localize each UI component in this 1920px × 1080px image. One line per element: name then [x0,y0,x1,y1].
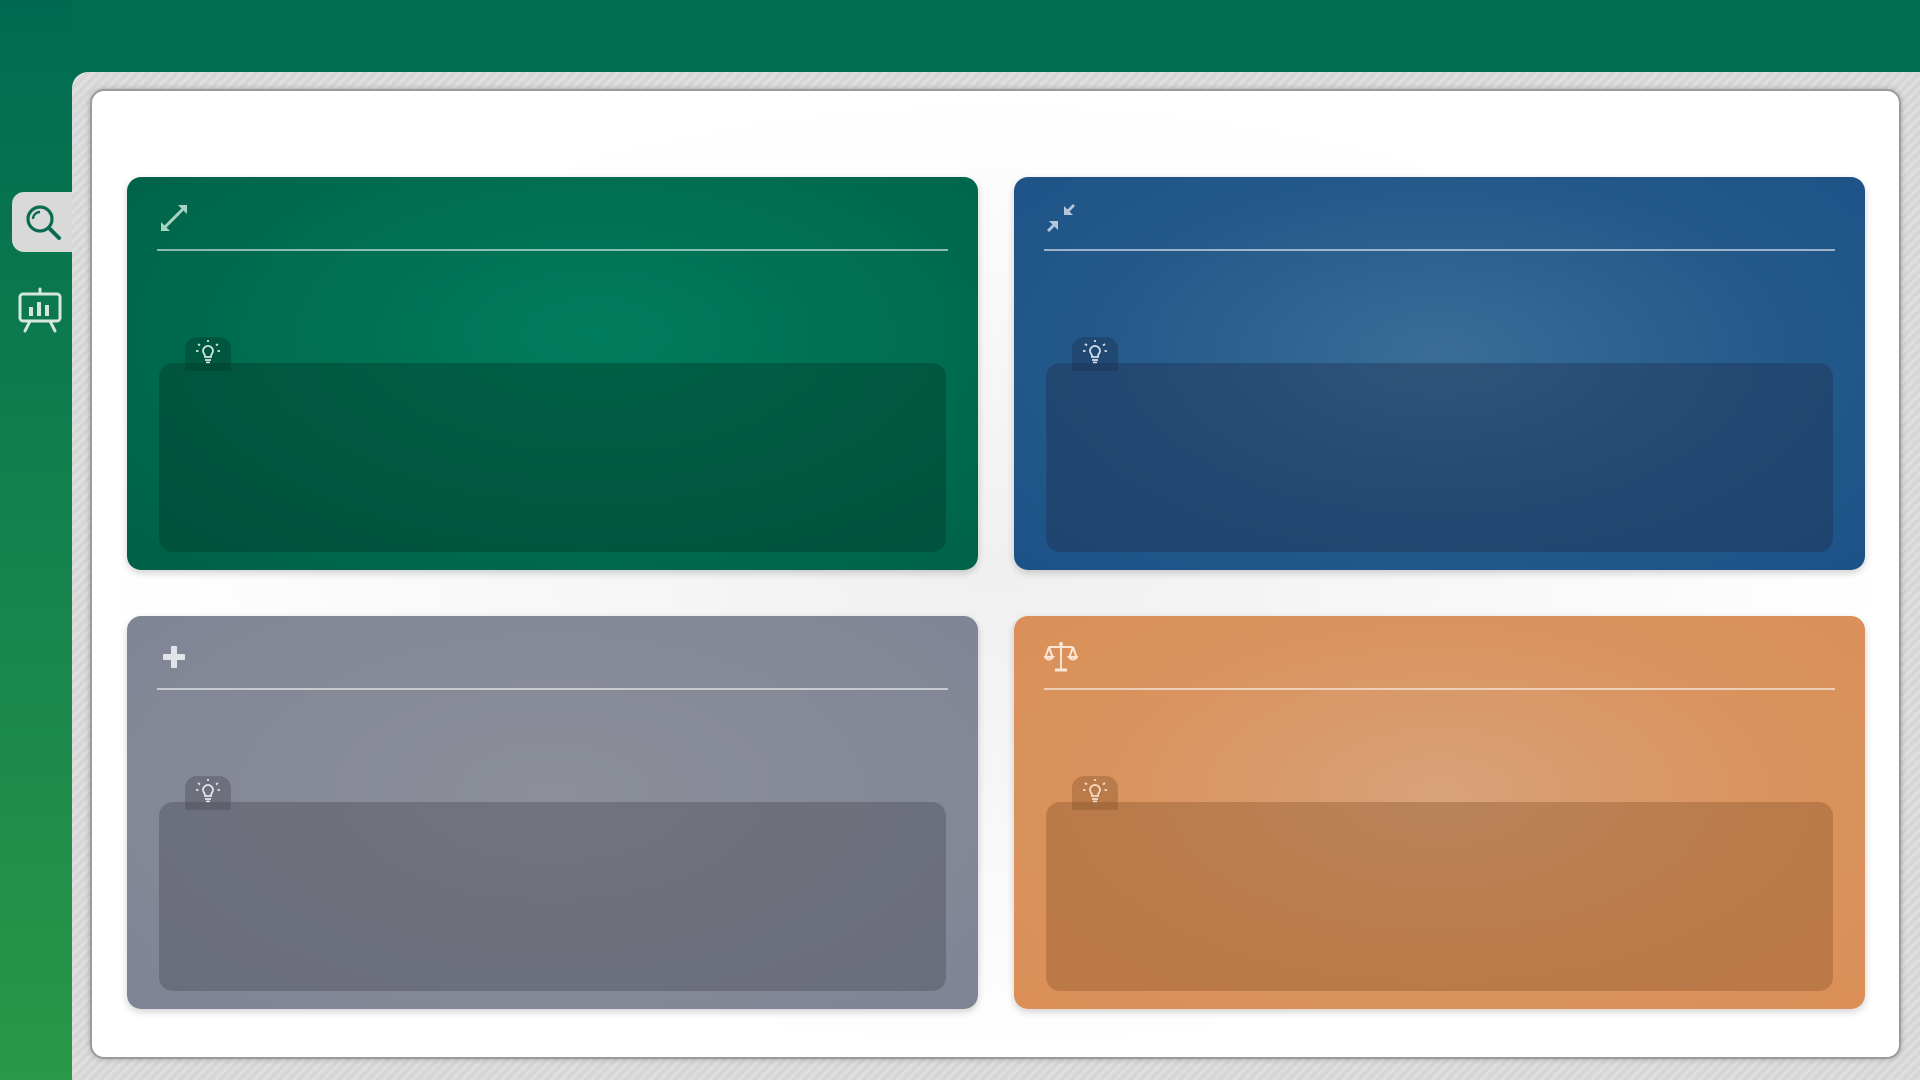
presentation-chart-icon [16,287,64,335]
top-bar [0,0,1920,72]
note-box[interactable] [159,802,946,991]
expand-arrows-icon [157,201,191,235]
card-body [157,267,948,307]
card-body [1044,267,1835,307]
card-divider [157,688,948,690]
sidebar [0,0,74,1080]
note-box[interactable] [1046,363,1833,552]
note-box[interactable] [159,363,946,552]
compress-arrows-icon [1044,201,1078,235]
card-divider [1044,249,1835,251]
card-bottom-left[interactable] [127,616,978,1009]
magnifier-icon [23,202,63,242]
card-divider [1044,688,1835,690]
card-top-left[interactable] [127,177,978,570]
card-body [1044,706,1835,746]
note-box[interactable] [1046,802,1833,991]
balance-scale-icon [1044,640,1078,674]
card-top-right[interactable] [1014,177,1865,570]
card-bottom-right[interactable] [1014,616,1865,1009]
card-body [157,706,948,746]
card-title [1094,644,1835,674]
card-title [1094,205,1835,235]
sidebar-item-search[interactable] [12,192,74,252]
sidebar-item-presentation[interactable] [10,281,70,341]
card-title [207,205,948,235]
plus-icon [157,640,191,674]
card-divider [157,249,948,251]
card-title [207,644,948,674]
